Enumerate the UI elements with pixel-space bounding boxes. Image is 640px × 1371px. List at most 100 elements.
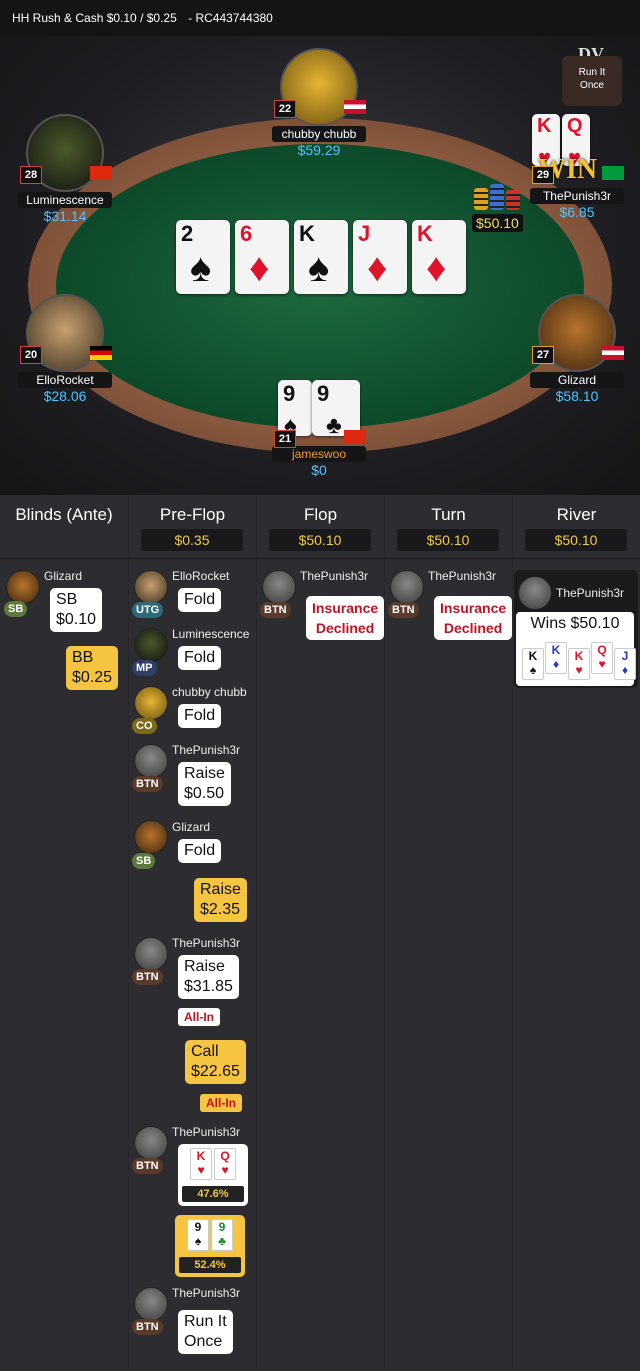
player-name: chubby chubb xyxy=(272,126,366,142)
river-result-panel: ThePunish3r Wins $50.10 K ♠ K ♦ K ♥ Q ♥ J ♦ xyxy=(514,570,638,688)
player-avatar xyxy=(134,820,168,854)
level-badge: 29 xyxy=(532,166,554,184)
all-in-tag: All-In xyxy=(200,1094,242,1112)
player-name: ThePunish3r xyxy=(172,743,241,757)
street-label: River xyxy=(556,505,597,524)
level-badge: 27 xyxy=(532,346,554,364)
street-label: Pre-Flop xyxy=(159,505,226,524)
position-badge: BTN xyxy=(260,602,291,618)
player-stack: $58.10 xyxy=(555,388,599,404)
player-name: ThePunish3r xyxy=(172,1125,241,1139)
player-stack: $59.29 xyxy=(297,142,341,158)
win-box: Wins $50.10 K ♠ K ♦ K ♥ Q ♥ J ♦ xyxy=(516,612,636,686)
hand-equity-box: K ♥ Q ♥ 47.6% xyxy=(178,1144,248,1206)
player-stack: $0 xyxy=(311,462,327,478)
flag-icon xyxy=(602,166,624,180)
poker-table-view: DV Run It Once 2 ♠ 6 ♦ K ♠ J ♦ K ♦ 22 chubby chubb… xyxy=(0,36,640,495)
flag-icon xyxy=(90,346,112,360)
player-avatar xyxy=(134,628,168,662)
board-card: K ♠ xyxy=(294,220,348,294)
player-stack: $31.14 xyxy=(43,208,87,224)
hole-card: 9 ♣ xyxy=(312,380,360,439)
level-badge: 22 xyxy=(274,100,296,118)
mini-card: K ♥ xyxy=(568,648,590,680)
mini-card: K ♦ xyxy=(545,642,567,674)
win-result: Wins $50.10 xyxy=(530,615,620,632)
action-bubble: Insurance Declined xyxy=(306,596,385,640)
player-name: chubby chubb xyxy=(172,685,247,699)
player-stack: $28.06 xyxy=(43,388,87,404)
player-name: ThePunish3r xyxy=(530,188,624,204)
hand-id: - RC443744380 xyxy=(188,11,273,25)
board-card: K ♦ xyxy=(412,220,466,294)
player-avatar xyxy=(134,1126,168,1160)
player-stack: $6.85 xyxy=(559,204,595,220)
action-bubble: Call $22.65 xyxy=(185,1040,246,1084)
player-name: jameswoo xyxy=(272,446,366,462)
player-avatar xyxy=(6,570,40,604)
action-bubble: Fold xyxy=(178,588,222,612)
street-label: Turn xyxy=(431,505,466,524)
equity-percent: 47.6% xyxy=(182,1186,244,1202)
header-divider xyxy=(0,558,640,559)
hole-card: 9 ♠ xyxy=(278,380,312,439)
table-title: HH Rush & Cash $0.10 / $0.25 xyxy=(12,11,177,25)
seat-top-right: K ♥ Q ♥ WIN 29 ThePunish3r $6.85 xyxy=(530,114,624,220)
street-pot: $0.35 xyxy=(141,529,243,551)
flag-icon xyxy=(344,430,366,444)
equity-percent: 52.4% xyxy=(179,1257,241,1273)
board-card: J ♦ xyxy=(353,220,407,294)
seat-top-left: 28 Luminescence $31.14 xyxy=(18,114,112,224)
street-pot: $50.10 xyxy=(269,529,371,551)
player-name: ElloRocket xyxy=(18,372,112,388)
action-bubble: BB $0.25 xyxy=(66,646,119,690)
all-in-tag: All-In xyxy=(178,1008,220,1026)
level-badge: 28 xyxy=(20,166,42,184)
action-bubble: Fold xyxy=(178,839,222,863)
player-name: Luminescence xyxy=(18,192,112,208)
action-bubble: Raise $2.35 xyxy=(194,878,247,922)
action-bubble: SB $0.10 xyxy=(50,588,103,632)
run-it-once-badge: Run It Once xyxy=(562,56,622,106)
player-name: ThePunish3r xyxy=(172,1286,241,1300)
player-name: Glizard xyxy=(530,372,624,388)
player-avatar xyxy=(134,1287,168,1321)
player-avatar xyxy=(134,937,168,971)
street-label: Flop xyxy=(303,505,338,524)
player-avatar xyxy=(390,570,424,604)
action-bubble: Fold xyxy=(178,704,222,728)
player-avatar xyxy=(134,570,168,604)
action-bubble: Insurance Declined xyxy=(434,596,513,640)
flag-icon xyxy=(90,166,112,180)
player-avatar xyxy=(134,744,168,778)
level-badge: 21 xyxy=(274,430,296,448)
player-name: Luminescence xyxy=(172,627,250,641)
hand-equity-box: 9 ♠ 9 ♣ 52.4% xyxy=(175,1215,245,1277)
street-pot: $50.10 xyxy=(525,529,627,551)
mini-card: 9 ♠ xyxy=(187,1219,209,1251)
mini-card: K ♥ xyxy=(190,1148,212,1180)
position-badge: CO xyxy=(132,718,157,734)
position-badge: SB xyxy=(4,601,28,617)
position-badge: BTN xyxy=(132,1158,163,1174)
position-badge: MP xyxy=(132,660,157,676)
position-badge: BTN xyxy=(132,776,163,792)
seat-top: 22 chubby chubb $59.29 xyxy=(272,48,366,158)
mini-card: K ♠ xyxy=(522,648,544,680)
player-name: ThePunish3r xyxy=(300,569,369,583)
position-badge: UTG xyxy=(132,602,164,618)
player-avatar xyxy=(134,686,168,720)
flag-icon xyxy=(602,346,624,360)
board-card: 6 ♦ xyxy=(235,220,289,294)
mini-card: 9 ♣ xyxy=(211,1219,233,1251)
action-bubble: Raise $31.85 xyxy=(178,955,239,999)
board-card: 2 ♠ xyxy=(176,220,230,294)
level-badge: 20 xyxy=(20,346,42,364)
player-name: Glizard xyxy=(172,820,211,834)
mini-card: Q ♥ xyxy=(591,642,613,674)
pot-chip-label: $50.10 xyxy=(472,214,523,232)
position-badge: SB xyxy=(132,853,156,869)
player-name: ElloRocket xyxy=(172,569,230,583)
flag-icon xyxy=(344,100,366,114)
position-badge: BTN xyxy=(132,1319,163,1335)
